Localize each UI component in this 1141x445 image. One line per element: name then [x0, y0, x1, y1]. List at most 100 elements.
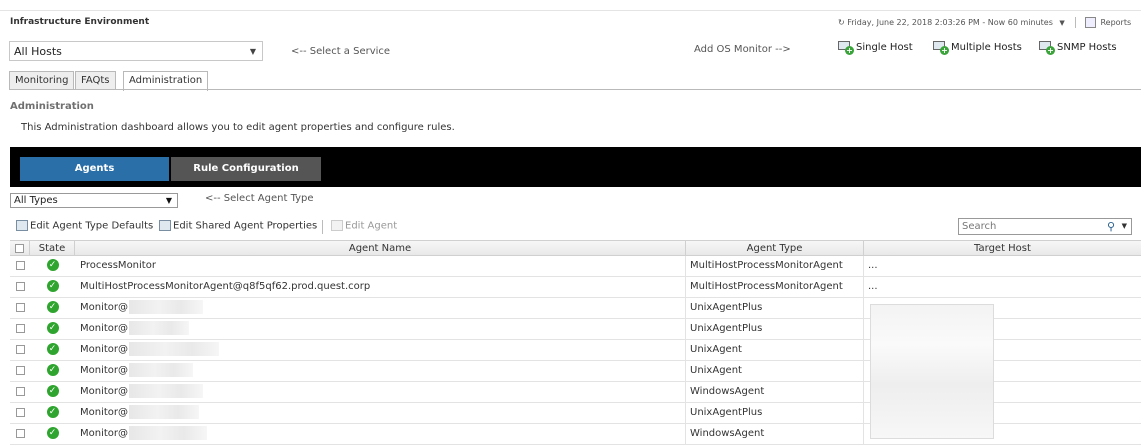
- snmp-hosts-label: SNMP Hosts: [1057, 42, 1117, 53]
- row-checkbox[interactable]: [15, 386, 25, 396]
- redacted-host: [129, 405, 200, 419]
- multiple-hosts-button[interactable]: + Multiple Hosts: [933, 41, 1022, 55]
- edit-shared-properties-button[interactable]: Edit Shared Agent Properties: [159, 220, 317, 232]
- select-all-cell: [10, 241, 30, 256]
- redacted-host: [129, 426, 208, 440]
- row-checkbox[interactable]: [15, 407, 25, 417]
- add-host-icon: +: [838, 41, 854, 55]
- redacted-host: [129, 321, 190, 335]
- agent-type-cell: UnixAgentPlus: [686, 403, 864, 423]
- column-header-target-host[interactable]: Target Host: [864, 241, 1141, 256]
- page-title: Infrastructure Environment: [10, 17, 150, 27]
- toolbar-divider: [322, 220, 323, 234]
- row-select-cell: [10, 424, 30, 444]
- agent-type-select-value: All Types: [14, 195, 58, 206]
- agent-name: Monitor@: [80, 365, 129, 376]
- agent-type-select[interactable]: All Types ▼: [10, 193, 178, 208]
- agent-name-cell: MultiHostProcessMonitorAgent@q8f5qf62.pr…: [75, 277, 686, 297]
- row-checkbox[interactable]: [15, 281, 25, 291]
- check-circle-icon: ✓: [46, 343, 59, 355]
- search-box: ⚲ ▼: [958, 218, 1132, 235]
- agent-name-cell: Monitor@: [75, 403, 686, 423]
- agent-name: Monitor@: [80, 323, 129, 334]
- edit-agent-button[interactable]: Edit Agent: [331, 220, 397, 232]
- chevron-down-icon[interactable]: ▼: [1122, 222, 1127, 230]
- single-host-label: Single Host: [856, 42, 913, 53]
- table-row[interactable]: ✓ ProcessMonitor MultiHostProcessMonitorAg…: [10, 256, 1141, 277]
- row-checkbox[interactable]: [15, 302, 25, 312]
- agent-type-cell: UnixAgent: [686, 340, 864, 360]
- divider: [1075, 17, 1077, 28]
- chevron-down-icon: ▼: [165, 196, 172, 205]
- agent-type-cell: MultiHostProcessMonitorAgent: [686, 256, 864, 276]
- time-range-selector[interactable]: ↻ Friday, June 22, 2018 2:03:26 PM - Now…: [838, 17, 1131, 28]
- datetime-label: Friday, June 22, 2018 2:03:26 PM - Now 6…: [847, 18, 1053, 27]
- state-cell: ✓: [30, 403, 75, 423]
- target-host-cell: ...: [868, 260, 878, 271]
- state-cell: ✓: [30, 424, 75, 444]
- column-header-agent-name[interactable]: Agent Name: [75, 241, 686, 256]
- top-border: [0, 0, 1141, 11]
- add-hosts-icon: +: [933, 41, 949, 55]
- edit-agent-type-defaults-button[interactable]: Edit Agent Type Defaults: [16, 220, 153, 232]
- redacted-target-hosts: [870, 304, 994, 439]
- state-cell: ✓: [30, 361, 75, 381]
- agent-name: MultiHostProcessMonitorAgent@q8f5qf62.pr…: [80, 281, 371, 292]
- column-header-state[interactable]: State: [30, 241, 75, 256]
- agent-name-cell: Monitor@: [75, 340, 686, 360]
- agent-name-cell: Monitor@: [75, 319, 686, 339]
- tab-monitoring[interactable]: Monitoring: [9, 71, 75, 90]
- check-circle-icon: ✓: [46, 259, 59, 271]
- tab-administration[interactable]: Administration: [123, 71, 209, 91]
- row-checkbox[interactable]: [15, 365, 25, 375]
- check-circle-icon: ✓: [46, 364, 59, 376]
- tab-faqts[interactable]: FAQts: [75, 71, 116, 90]
- reports-link[interactable]: Reports: [1100, 18, 1131, 27]
- redacted-host: [129, 363, 194, 377]
- agent-name-cell: Monitor@: [75, 382, 686, 402]
- single-host-button[interactable]: + Single Host: [838, 41, 913, 55]
- row-checkbox[interactable]: [15, 323, 25, 333]
- service-select-value: All Hosts: [14, 45, 62, 58]
- row-select-cell: [10, 361, 30, 381]
- row-checkbox[interactable]: [15, 344, 25, 354]
- edit-defaults-label: Edit Agent Type Defaults: [30, 220, 154, 232]
- agent-name-cell: Monitor@: [75, 298, 686, 318]
- check-circle-icon: ✓: [46, 385, 59, 397]
- select-agent-type-hint: <-- Select Agent Type: [205, 193, 314, 204]
- tab-agents[interactable]: Agents: [20, 157, 169, 181]
- search-input[interactable]: [962, 220, 1082, 232]
- row-select-cell: [10, 403, 30, 423]
- agent-name: ProcessMonitor: [80, 260, 156, 271]
- tab-rule-configuration[interactable]: Rule Configuration: [171, 157, 321, 181]
- agent-type-cell: UnixAgent: [686, 361, 864, 381]
- agent-name: Monitor@: [80, 302, 129, 313]
- agent-name: Monitor@: [80, 344, 129, 355]
- search-icon[interactable]: ⚲: [1107, 220, 1115, 233]
- row-select-cell: [10, 298, 30, 318]
- agent-name-cell: Monitor@: [75, 424, 686, 444]
- row-select-cell: [10, 340, 30, 360]
- table-row[interactable]: ✓ MultiHostProcessMonitorAgent@q8f5qf62.p…: [10, 277, 1141, 298]
- state-cell: ✓: [30, 298, 75, 318]
- snmp-hosts-button[interactable]: + SNMP Hosts: [1039, 41, 1117, 55]
- table-header: State Agent Name Agent Type Target Host: [10, 240, 1141, 256]
- chevron-down-icon[interactable]: ▼: [1059, 19, 1064, 27]
- check-circle-icon: ✓: [46, 301, 59, 313]
- reports-icon: [1084, 17, 1096, 28]
- row-select-cell: [10, 256, 30, 276]
- state-cell: ✓: [30, 256, 75, 276]
- agent-type-cell: UnixAgentPlus: [686, 298, 864, 318]
- pencil-icon: [331, 220, 343, 231]
- column-header-agent-type[interactable]: Agent Type: [686, 241, 864, 256]
- agent-name-cell: Monitor@: [75, 361, 686, 381]
- row-select-cell: [10, 319, 30, 339]
- row-select-cell: [10, 382, 30, 402]
- target-host-cell: ...: [868, 281, 878, 292]
- service-select[interactable]: All Hosts ▼: [9, 41, 263, 61]
- select-all-checkbox[interactable]: [15, 243, 24, 253]
- check-circle-icon: ✓: [46, 322, 59, 334]
- row-checkbox[interactable]: [15, 428, 25, 438]
- add-os-monitor-label: Add OS Monitor -->: [694, 44, 791, 55]
- row-checkbox[interactable]: [15, 260, 25, 270]
